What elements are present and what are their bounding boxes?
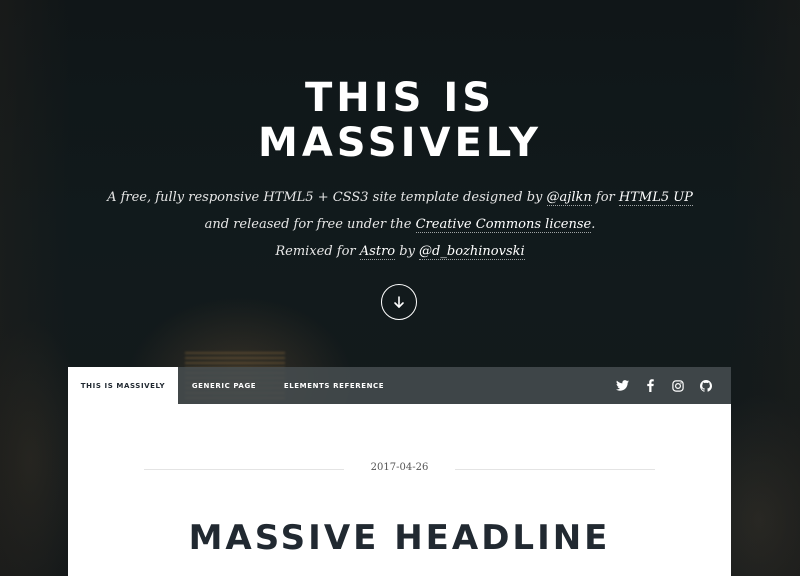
intro-text: A free, fully responsive HTML5 + CSS3 si… (107, 190, 547, 205)
site-title-line2: MASSIVELY (258, 120, 542, 166)
intro-text: by (395, 244, 420, 259)
site-title: THIS IS MASSIVELY (0, 76, 800, 166)
intro-description-line3: Remixed for Astro by @d_bozhinovski (0, 244, 800, 260)
social-icons (615, 367, 713, 404)
astro-link[interactable]: Astro (359, 244, 396, 260)
facebook-icon[interactable] (643, 379, 657, 393)
tab-generic-page[interactable]: GENERIC PAGE (182, 367, 266, 404)
post-date: 2017-04-26 (370, 462, 429, 473)
intro-text: . (591, 217, 596, 232)
date-divider-right (455, 469, 655, 470)
bozhinovski-link[interactable]: @d_bozhinovski (419, 244, 525, 260)
main-nav: THIS IS MASSIVELY GENERIC PAGE ELEMENTS … (68, 367, 731, 404)
html5up-link[interactable]: HTML5 UP (618, 190, 693, 206)
tab-elements-reference[interactable]: ELEMENTS REFERENCE (274, 367, 394, 404)
intro-description-line2: and released for free under the Creative… (0, 217, 800, 233)
post-date-row: 2017-04-26 (144, 462, 655, 476)
tab-this-is-massively[interactable]: THIS IS MASSIVELY (68, 367, 178, 404)
creative-commons-link[interactable]: Creative Commons license (415, 217, 592, 233)
github-icon[interactable] (699, 379, 713, 393)
arrow-down-icon (394, 296, 404, 308)
ajlkn-link[interactable]: @ajlkn (546, 190, 592, 206)
intro-text: and released for free under the (204, 217, 416, 232)
twitter-icon[interactable] (615, 379, 629, 393)
intro-description-line1: A free, fully responsive HTML5 + CSS3 si… (0, 190, 800, 206)
instagram-icon[interactable] (671, 379, 685, 393)
intro-text: for (591, 190, 619, 205)
intro-text: Remixed for (275, 244, 360, 259)
post-headline[interactable]: MASSIVE HEADLINE (68, 518, 731, 558)
main-content: 2017-04-26 MASSIVE HEADLINE (68, 404, 731, 576)
site-title-line1: THIS IS (304, 75, 496, 121)
scroll-down-button[interactable] (381, 284, 417, 320)
